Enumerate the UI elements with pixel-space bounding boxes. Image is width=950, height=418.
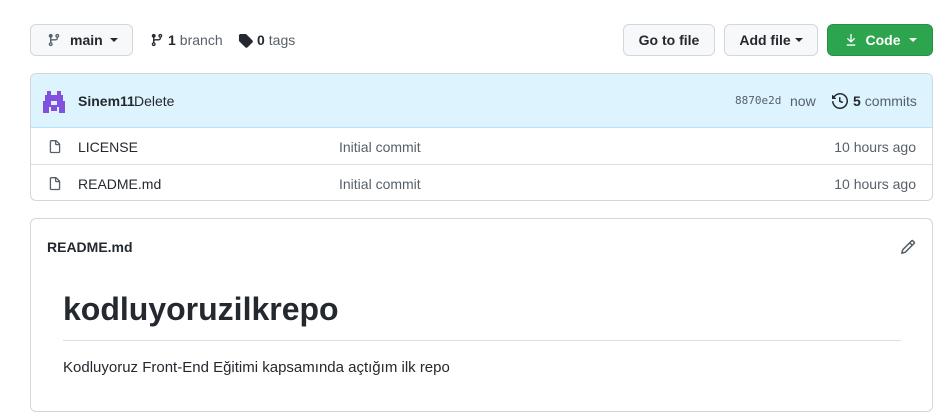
file-commit-message[interactable]: Initial commit — [339, 176, 421, 192]
readme-paragraph: Kodluyoruz Front-End Eğitimi kapsamında … — [63, 359, 450, 376]
code-button[interactable]: Code — [827, 24, 933, 56]
readme-panel: README.md kodluyoruzilkrepo Kodluyoruz F… — [30, 218, 933, 412]
branches-link[interactable]: 1 branch — [150, 24, 223, 56]
commit-sha[interactable]: 8870e2d — [735, 94, 781, 107]
file-age: 10 hours ago — [834, 176, 916, 192]
pencil-icon[interactable] — [900, 239, 916, 255]
branch-select-button[interactable]: main — [30, 24, 133, 56]
file-age: 10 hours ago — [834, 139, 916, 155]
branch-word: branch — [179, 32, 223, 48]
commit-message[interactable]: Delete — [134, 93, 174, 109]
git-branch-icon — [48, 33, 60, 47]
commit-time: now — [790, 93, 816, 109]
commit-author[interactable]: Sinem11 — [78, 93, 135, 109]
file-row: LICENSE Initial commit 10 hours ago — [31, 128, 932, 165]
commits-link[interactable]: 5 commits — [832, 93, 917, 109]
branch-count: 1 — [168, 32, 176, 48]
commit-count: 5 — [853, 93, 861, 109]
file-icon — [49, 140, 61, 154]
chevron-down-icon — [794, 38, 803, 42]
avatar[interactable] — [43, 91, 65, 113]
file-name-readme[interactable]: README.md — [78, 176, 161, 192]
branch-name: main — [70, 32, 103, 48]
tags-link[interactable]: 0 tags — [238, 24, 295, 56]
tag-count: 0 — [257, 32, 265, 48]
code-label: Code — [865, 32, 901, 48]
history-icon — [832, 93, 848, 109]
repo-toolbar: main 1 branch 0 tags Go to file Add file… — [30, 24, 933, 56]
tag-word: tags — [268, 32, 296, 48]
file-icon — [49, 177, 61, 191]
file-list: Sinem11 Delete 8870e2d now 5 commits LIC… — [30, 73, 933, 201]
go-to-file-button[interactable]: Go to file — [623, 24, 715, 56]
file-row: README.md Initial commit 10 hours ago — [31, 165, 932, 200]
readme-heading: kodluyoruzilkrepo — [63, 291, 901, 341]
file-name-license[interactable]: LICENSE — [78, 139, 138, 155]
readme-filename[interactable]: README.md — [47, 239, 133, 255]
tag-icon — [238, 33, 253, 48]
latest-commit-bar: Sinem11 Delete 8870e2d now 5 commits — [31, 74, 932, 128]
chevron-down-icon — [908, 38, 917, 42]
add-file-label: Add file — [739, 32, 791, 48]
commit-word: commits — [864, 93, 917, 109]
git-branch-icon — [151, 33, 163, 47]
download-icon — [846, 33, 855, 46]
add-file-button[interactable]: Add file — [724, 24, 818, 56]
file-commit-message[interactable]: Initial commit — [339, 139, 421, 155]
chevron-down-icon — [109, 38, 118, 42]
